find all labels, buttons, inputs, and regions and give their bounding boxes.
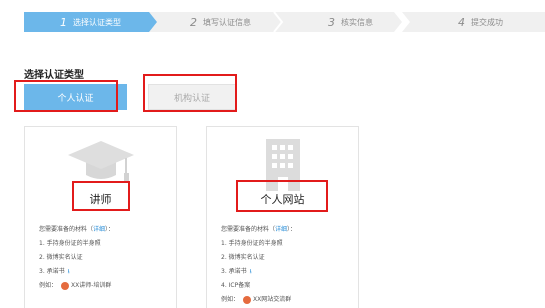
list-item: 3. 承诺书 <box>221 268 247 275</box>
step-number: 3 <box>328 15 335 29</box>
step-label: 选择认证类型 <box>73 17 121 27</box>
card-title: 讲师 <box>89 193 112 206</box>
section-title: 选择认证类型 <box>24 70 84 81</box>
step-number: 2 <box>190 15 197 29</box>
list-item: 2. 微博实名认证 <box>39 254 83 261</box>
steps-bar: 1 选择认证类型 2 填写认证信息 3 核实信息 4 提交成功 <box>24 12 545 32</box>
personal-website-card[interactable]: 个人网站 您需要准备的材料（ 详细 ）： 1. 手持身份证的半身照 2. 微博实… <box>206 126 359 308</box>
list-item: 2. 微博实名认证 <box>221 254 265 261</box>
step-number: 4 <box>458 15 465 29</box>
list-item: 1. 手持身份证的半身照 <box>39 240 101 247</box>
step-label: 核实信息 <box>341 17 373 27</box>
materials-prefix: 您需要准备的材料（ <box>39 226 94 233</box>
download-icon[interactable]: ⭳ <box>68 265 70 279</box>
step-3: 3 核实信息 <box>328 12 373 32</box>
example-label: 例如： <box>221 296 240 303</box>
list-item: 4. ICP备案 <box>221 282 251 289</box>
step-label: 提交成功 <box>471 17 503 27</box>
step-2: 2 填写认证信息 <box>190 12 251 32</box>
step-number: 1 <box>60 15 67 29</box>
example-label: 例如： <box>39 282 58 289</box>
materials-suffix: ）： <box>287 226 297 233</box>
personal-auth-tab[interactable]: 个人认证 <box>24 84 127 110</box>
graduation-cap-icon <box>25 135 176 193</box>
step-4: 4 提交成功 <box>458 12 503 32</box>
detail-link[interactable]: 详细 <box>93 223 105 237</box>
example-name: XX网站交流群 <box>253 296 292 303</box>
organization-auth-tab[interactable]: 机构认证 <box>148 84 236 110</box>
list-item: 1. 手持身份证的半身照 <box>221 240 283 247</box>
teacher-card[interactable]: 讲师 您需要准备的材料（ 详细 ）： 1. 手持身份证的半身照 2. 微博实名认… <box>24 126 177 308</box>
materials-suffix: ）： <box>105 226 115 233</box>
group-avatar-icon <box>61 282 70 290</box>
materials-prefix: 您需要准备的材料（ <box>221 226 276 233</box>
detail-link[interactable]: 详细 <box>275 223 287 237</box>
download-icon[interactable]: ⭳ <box>250 265 252 279</box>
list-item: 3. 承诺书 <box>39 268 65 275</box>
example-name: XX讲师-培训群 <box>71 282 112 289</box>
materials-info: 您需要准备的材料（ 详细 ）： 1. 手持身份证的半身照 2. 微博实名认证 3… <box>221 223 352 307</box>
step-label: 填写认证信息 <box>203 17 251 27</box>
materials-info: 您需要准备的材料（ 详细 ）： 1. 手持身份证的半身照 2. 微博实名认证 3… <box>39 223 170 293</box>
card-title: 个人网站 <box>260 193 305 206</box>
step-1: 1 选择认证类型 <box>60 12 121 32</box>
group-avatar-icon <box>243 296 252 304</box>
building-icon <box>207 135 358 193</box>
